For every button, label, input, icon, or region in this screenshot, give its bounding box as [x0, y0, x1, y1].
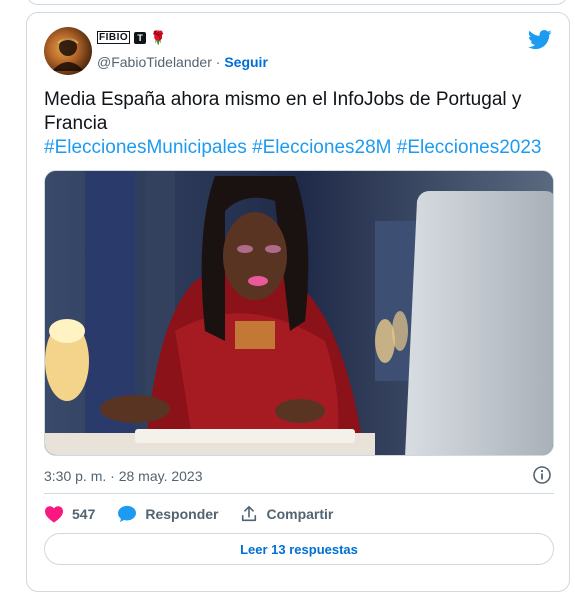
tweet-card: FIBIO T 🌹 @FabioTidelander · Seguir Medi…: [26, 12, 570, 592]
hashtag-link[interactable]: #EleccionesMunicipales: [44, 137, 247, 158]
tweet-timestamp[interactable]: 3:30 p. m. · 28 may. 2023: [44, 468, 203, 484]
author-display-name[interactable]: FIBIO: [97, 31, 131, 44]
divider: [44, 493, 554, 494]
follow-button[interactable]: Seguir: [224, 54, 268, 70]
hashtag-link[interactable]: #Elecciones28M: [252, 137, 391, 158]
author-handle-row: @FabioTidelander · Seguir: [97, 54, 268, 70]
author-handle[interactable]: @FabioTidelander: [97, 54, 212, 70]
author-name-row[interactable]: FIBIO T 🌹: [97, 31, 166, 44]
reply-button[interactable]: Responder: [117, 505, 218, 523]
twitter-bird-icon[interactable]: [528, 29, 552, 51]
reply-label: Responder: [145, 506, 219, 522]
rose-emoji: 🌹: [150, 29, 167, 45]
separator-dot: ·: [211, 54, 225, 70]
badge-emoji: T: [134, 31, 147, 44]
hashtag-link[interactable]: #Elecciones2023: [397, 137, 542, 158]
like-count: 547: [72, 506, 96, 522]
share-label: Compartir: [266, 506, 334, 522]
share-icon: [242, 505, 257, 522]
like-button[interactable]: 547: [44, 505, 95, 523]
info-icon[interactable]: [532, 465, 552, 485]
avatar[interactable]: [44, 27, 92, 75]
tweet-media-image[interactable]: [44, 170, 554, 456]
chat-bubble-icon: [118, 505, 137, 523]
tweet-text: Media España ahora mismo en el InfoJobs …: [44, 88, 554, 160]
heart-icon: [45, 506, 63, 523]
action-bar: 547 Responder Compartir: [44, 505, 355, 523]
share-button[interactable]: Compartir: [240, 505, 333, 523]
read-replies-button[interactable]: Leer 13 respuestas: [44, 533, 554, 565]
read-replies-label: Leer 13 respuestas: [240, 541, 358, 557]
tweet-body: Media España ahora mismo en el InfoJobs …: [44, 89, 522, 134]
previous-card-edge: [26, 0, 568, 5]
